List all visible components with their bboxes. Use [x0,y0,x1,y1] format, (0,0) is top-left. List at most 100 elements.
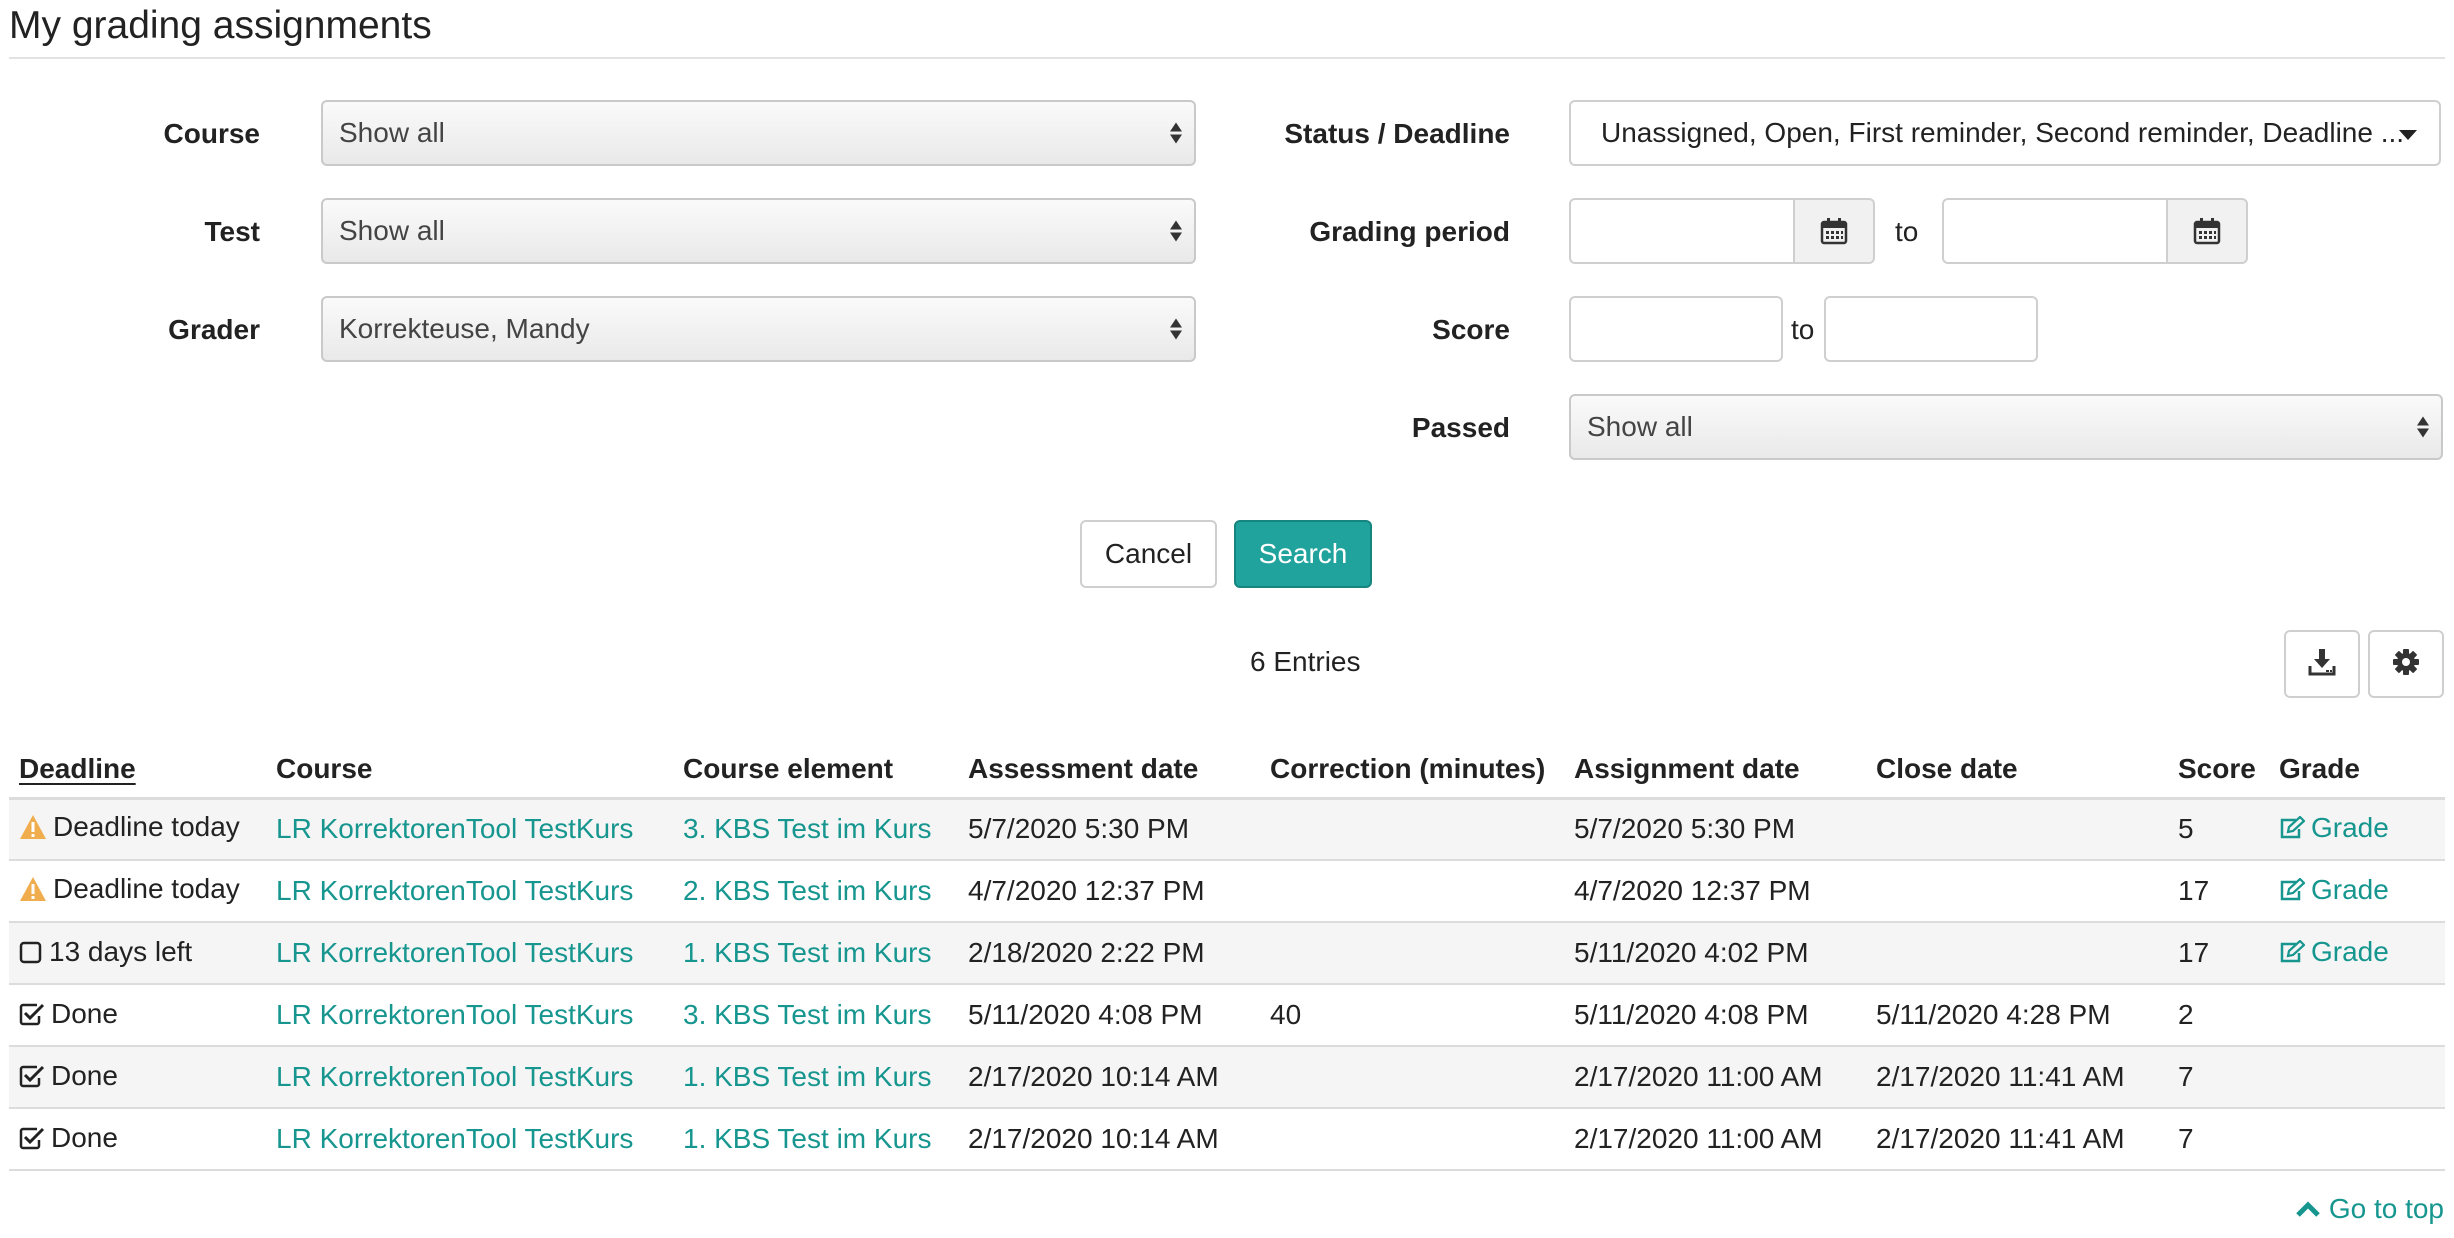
close-date-cell [1866,922,2168,985]
column-header-score: Score [2168,740,2269,800]
grade-link-label: Grade [2311,935,2389,967]
grading-period-to-label: to [1895,216,1919,247]
calendar-icon[interactable] [2166,198,2248,264]
download-button[interactable] [2284,630,2360,698]
course-element-link[interactable]: 3. KBS Test im Kurs [683,813,931,844]
correction-cell [1260,860,1564,923]
deadline-cell: Done [9,1108,266,1171]
grading-period-to [1942,198,2248,264]
score-to-input[interactable] [1824,296,2038,362]
deadline-cell: Done [9,984,266,1047]
correction-cell [1260,1108,1564,1171]
deadline-sort-link[interactable]: Deadline [19,753,136,784]
score-cell: 17 [2168,922,2269,985]
score-cell: 17 [2168,860,2269,923]
warning-icon [20,877,46,901]
download-icon [2307,647,2337,682]
go-to-top-label: Go to top [2328,1193,2444,1224]
course-select-value: Show all [339,117,445,148]
grader-select[interactable]: Korrekteuse, Mandy [321,296,1196,362]
column-header-assignment-date: Assignment date [1564,740,1866,800]
course-filter-label: Course [163,118,260,149]
table-row: Done LR KorrektorenTool TestKurs 3. KBS … [9,984,2445,1047]
status-deadline-label: Status / Deadline [1284,118,1510,149]
passed-select-value: Show all [1587,411,1693,442]
checked-checkbox-icon [19,1065,45,1087]
go-to-top-link[interactable]: Go to top [2295,1193,2444,1225]
settings-button[interactable] [2368,630,2444,698]
course-link[interactable]: LR KorrektorenTool TestKurs [276,813,633,844]
assignment-date-cell: 5/11/2020 4:02 PM [1564,922,1866,985]
course-element-link[interactable]: 1. KBS Test im Kurs [683,937,931,968]
warning-icon [20,815,46,840]
entries-count: 6 Entries [1250,646,1361,677]
score-to-label: to [1791,314,1815,345]
table-row: Done LR KorrektorenTool TestKurs 1. KBS … [9,1046,2445,1109]
grade-link[interactable]: Grade [2279,874,2389,906]
deadline-text: Deadline today [53,873,240,904]
search-button[interactable]: Search [1234,520,1372,588]
edit-icon [2280,877,2305,900]
caret-down-icon [2399,130,2417,140]
deadline-text: Done [51,1121,118,1153]
select-arrows-icon [1170,220,1182,242]
course-element-link[interactable]: 1. KBS Test im Kurs [683,1061,931,1092]
assessment-date-cell: 5/7/2020 5:30 PM [958,798,1260,861]
grading-period-from-input[interactable] [1569,198,1793,264]
table-row: 13 days left LR KorrektorenTool TestKurs… [9,922,2445,985]
deadline-cell: Deadline today [9,860,266,923]
select-arrows-icon [2417,416,2429,438]
table-row: Deadline today LR KorrektorenTool TestKu… [9,798,2445,861]
test-select-value: Show all [339,215,445,246]
deadline-cell: Done [9,1046,266,1109]
deadline-cell: 13 days left [9,922,266,985]
test-filter-label: Test [204,216,261,247]
chevron-up-icon [2296,1201,2320,1217]
course-select[interactable]: Show all [321,100,1196,166]
grade-link[interactable]: Grade [2279,812,2389,844]
grading-assignments-table: Deadline Course Course element Assessmen… [9,740,2445,1171]
status-deadline-multiselect[interactable]: Unassigned, Open, First reminder, Second… [1569,100,2441,166]
close-date-cell [1866,798,2168,861]
grade-link-label: Grade [2311,873,2389,905]
column-header-close-date: Close date [1866,740,2168,800]
assessment-date-cell: 5/11/2020 4:08 PM [958,984,1260,1047]
score-cell: 5 [2168,798,2269,861]
course-element-link[interactable]: 2. KBS Test im Kurs [683,875,931,906]
grade-cell [2269,1046,2445,1109]
select-arrows-icon [1170,318,1182,340]
score-cell: 7 [2168,1046,2269,1109]
course-link[interactable]: LR KorrektorenTool TestKurs [276,875,633,906]
grading-period-label: Grading period [1309,216,1510,247]
course-element-link[interactable]: 1. KBS Test im Kurs [683,1123,931,1154]
score-from-input[interactable] [1569,296,1783,362]
empty-checkbox-icon [19,941,42,963]
grade-link[interactable]: Grade [2279,936,2389,968]
test-select[interactable]: Show all [321,198,1196,264]
checked-checkbox-icon [19,1003,45,1025]
calendar-icon[interactable] [1793,198,1875,264]
gear-icon [2392,648,2420,681]
course-element-link[interactable]: 3. KBS Test im Kurs [683,999,931,1030]
grader-select-value: Korrekteuse, Mandy [339,313,590,344]
score-cell: 2 [2168,984,2269,1047]
course-link[interactable]: LR KorrektorenTool TestKurs [276,1061,633,1092]
passed-filter-label: Passed [1411,412,1510,443]
column-header-assessment-date: Assessment date [958,740,1260,800]
column-header-course-element: Course element [673,740,958,800]
assignment-date-cell: 4/7/2020 12:37 PM [1564,860,1866,923]
cancel-button[interactable]: Cancel [1080,520,1217,588]
table-row: Done LR KorrektorenTool TestKurs 1. KBS … [9,1108,2445,1171]
status-deadline-value: Unassigned, Open, First reminder, Second… [1601,117,2405,148]
deadline-text: Done [51,997,118,1029]
grade-cell [2269,1108,2445,1171]
grade-link-label: Grade [2311,811,2389,843]
course-link[interactable]: LR KorrektorenTool TestKurs [276,937,633,968]
column-header-grade: Grade [2269,740,2445,800]
column-header-deadline[interactable]: Deadline [9,740,266,800]
grading-period-to-input[interactable] [1942,198,2166,264]
page-title: My grading assignments [9,4,432,47]
course-link[interactable]: LR KorrektorenTool TestKurs [276,1123,633,1154]
passed-select[interactable]: Show all [1569,394,2443,460]
course-link[interactable]: LR KorrektorenTool TestKurs [276,999,633,1030]
